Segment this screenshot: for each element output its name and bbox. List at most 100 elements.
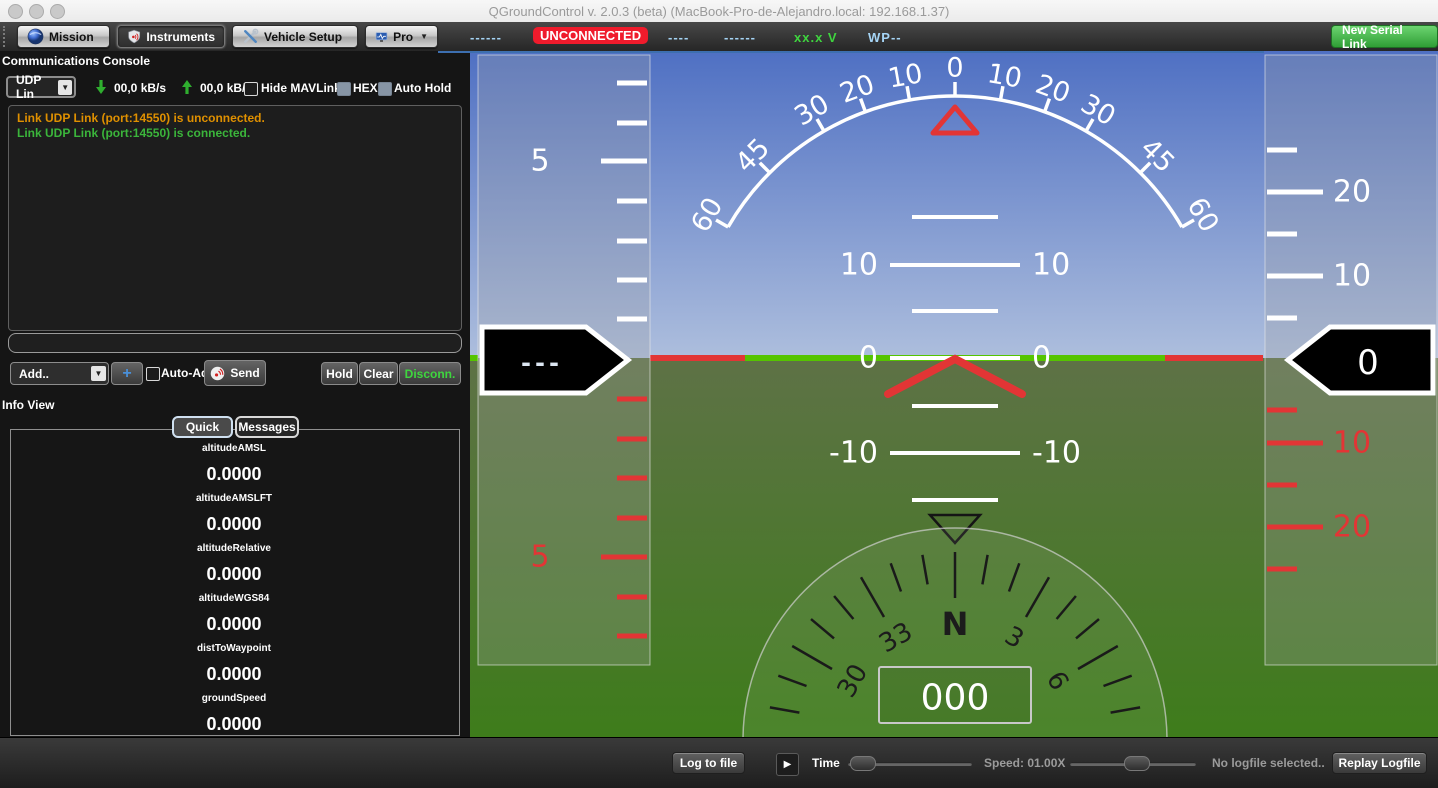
auto-hold-label: Auto Hold	[394, 81, 451, 95]
send-button-label: Send	[230, 366, 259, 380]
primary-flight-display: 60 45 30 20 10 0 10 20 30 45 60	[470, 51, 1438, 737]
altitude-tape-label: 10	[1333, 259, 1371, 294]
status-gcs-dashes: ------	[470, 30, 502, 45]
info-field-name: altitudeWGS84	[199, 593, 270, 605]
speed-indicator-value: ---	[521, 349, 563, 377]
pitch-label: -10	[829, 436, 878, 471]
pro-button[interactable]: Pro ▼	[365, 25, 438, 48]
compass-north-label: N	[942, 605, 969, 643]
mission-button-label: Mission	[49, 30, 94, 44]
time-slider-handle[interactable]	[850, 756, 876, 771]
link-select-value: UDP Lin	[16, 73, 58, 101]
pitch-label: 10	[1032, 248, 1070, 283]
info-field-value: 0.0000	[206, 514, 261, 535]
add-link-dropdown[interactable]: Add.. ▼	[10, 362, 109, 385]
info-field-name: altitudeAMSL	[202, 443, 266, 455]
altitude-tape-label: 20	[1333, 175, 1371, 210]
hex-label: HEX	[353, 81, 378, 95]
log-to-file-button[interactable]: Log to file	[672, 752, 745, 774]
hide-mavlink-label: Hide MAVLink	[261, 81, 341, 95]
upload-arrow-icon	[182, 80, 192, 94]
roll-label: 0	[946, 53, 963, 84]
waypoint-status: WP--	[868, 30, 902, 45]
chevron-down-icon: ▼	[420, 32, 428, 41]
shield-icon	[127, 28, 141, 45]
status-state-dashes: ------	[724, 30, 756, 45]
qgroundcontrol-window: QGroundControl v. 2.0.3 (beta) (MacBook-…	[0, 0, 1438, 788]
battery-voltage: xx.x V	[794, 30, 838, 45]
time-label: Time	[812, 756, 840, 770]
new-serial-link-button[interactable]: New Serial Link	[1331, 25, 1438, 48]
info-field-value: 0.0000	[206, 714, 261, 735]
info-field-value: 0.0000	[206, 464, 261, 485]
left-panel: Communications Console UDP Lin ▼ 00,0 kB…	[0, 51, 470, 737]
clear-button[interactable]: Clear	[359, 362, 398, 385]
hide-mavlink-checkbox[interactable]	[244, 82, 258, 96]
status-mode-dashes: ----	[668, 30, 689, 45]
speed-tape-upper-label: 5	[530, 144, 549, 179]
info-view-title: Info View	[2, 398, 54, 412]
auto-add-checkbox[interactable]	[146, 367, 160, 381]
info-field-name: altitudeRelative	[197, 543, 271, 555]
pitch-label: 10	[840, 248, 878, 283]
info-field-name: groundSpeed	[202, 693, 266, 705]
auto-add-label: Auto-Ad	[161, 366, 208, 380]
disconnect-button[interactable]: Disconn.	[399, 362, 461, 385]
title-bar: QGroundControl v. 2.0.3 (beta) (MacBook-…	[0, 0, 1438, 23]
chevron-down-icon: ▼	[58, 80, 72, 95]
replay-logfile-button[interactable]: Replay Logfile	[1332, 752, 1427, 774]
vehicle-setup-button[interactable]: Vehicle Setup	[232, 25, 358, 48]
info-field-name: distToWaypoint	[197, 643, 271, 655]
vehicle-setup-button-label: Vehicle Setup	[264, 30, 342, 44]
info-field-value: 0.0000	[206, 614, 261, 635]
command-input[interactable]	[8, 333, 462, 353]
send-button[interactable]: Send	[204, 360, 266, 386]
window-title: QGroundControl v. 2.0.3 (beta) (MacBook-…	[0, 4, 1438, 19]
console-log-area[interactable]: Link UDP Link (port:14550) is unconnecte…	[8, 105, 462, 331]
altitude-indicator-value: 0	[1357, 343, 1379, 383]
pro-button-label: Pro	[393, 30, 413, 44]
pitch-label: 0	[1032, 341, 1051, 376]
altitude-tape-label: 20	[1333, 510, 1371, 545]
transmit-icon	[210, 366, 225, 381]
chevron-down-icon: ▼	[91, 366, 106, 381]
add-link-value: Add..	[19, 367, 49, 381]
instruments-button[interactable]: Instruments	[117, 25, 225, 48]
monitor-waveform-icon	[375, 29, 388, 45]
download-rate: 00,0 kB/s	[114, 81, 166, 95]
play-icon: ▶	[784, 759, 792, 770]
main-toolbar: Mission Instruments Vehicle Setup	[0, 22, 1438, 52]
info-field-value: 0.0000	[206, 664, 261, 685]
log-line-connected: Link UDP Link (port:14550) is connected.	[17, 126, 461, 141]
hold-button[interactable]: Hold	[321, 362, 358, 385]
speed-label: Speed: 01.00X	[984, 756, 1065, 770]
logfile-status: No logfile selected..	[1212, 756, 1325, 770]
log-line-unconnected: Link UDP Link (port:14550) is unconnecte…	[17, 111, 461, 126]
info-field-list: altitudeAMSL 0.0000 altitudeAMSLFT 0.000…	[11, 432, 457, 735]
globe-icon	[27, 28, 44, 45]
comm-console-title: Communications Console	[2, 54, 150, 68]
heading-value: 000	[921, 678, 990, 719]
play-button[interactable]: ▶	[776, 753, 799, 776]
link-select-dropdown[interactable]: UDP Lin ▼	[6, 76, 76, 98]
altitude-tape-label: 10	[1333, 426, 1371, 461]
pitch-label: 0	[859, 341, 878, 376]
roll-label: 10	[886, 58, 925, 94]
speed-tape-lower-label: 5	[530, 540, 549, 575]
info-field-value: 0.0000	[206, 564, 261, 585]
toolbar-drag-handle[interactable]	[3, 26, 9, 47]
replay-bar: Log to file ▶ Time Speed: 01.00X No logf…	[0, 737, 1438, 788]
auto-hold-checkbox[interactable]	[378, 82, 392, 96]
roll-label: 10	[985, 58, 1024, 94]
speed-slider-handle[interactable]	[1124, 756, 1150, 771]
connection-status-badge: UNCONNECTED	[533, 27, 648, 44]
instruments-button-label: Instruments	[146, 30, 215, 44]
pitch-label: -10	[1032, 436, 1081, 471]
mission-button[interactable]: Mission	[17, 25, 110, 48]
dock-highlight-bar	[438, 51, 1264, 53]
tools-icon	[242, 28, 259, 45]
info-field-name: altitudeAMSLFT	[196, 493, 272, 505]
add-link-plus-button[interactable]: +	[111, 362, 143, 385]
download-arrow-icon	[96, 80, 106, 94]
hex-checkbox[interactable]	[337, 82, 351, 96]
